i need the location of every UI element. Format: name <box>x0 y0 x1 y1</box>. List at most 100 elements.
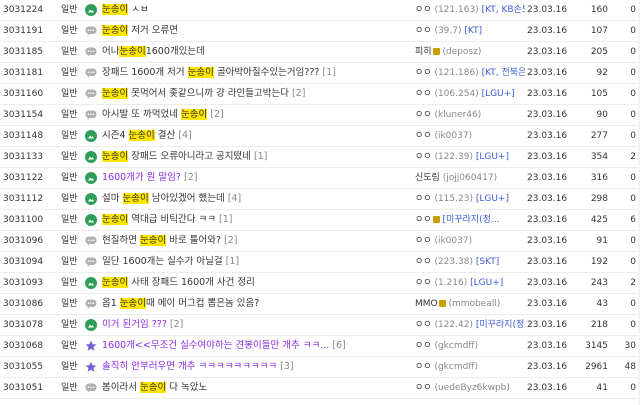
post-author[interactable]: ㅇㅇ (121.163) [KT, KB손보... <box>415 0 525 20</box>
author-nickname[interactable]: ㅇㅇ <box>415 278 432 288</box>
table-row[interactable]: 3031100 일반 눈송이 역대급 비틱간다 ㅋㅋ [1] ㅇㅇ [미꾸라지(… <box>0 210 640 231</box>
comment-count[interactable]: [2] <box>224 235 237 246</box>
table-row[interactable]: 3031086 일반 옵1 눈송이때 메이 머그컵 뽑은놈 있음? MMO (m… <box>0 294 640 315</box>
table-row[interactable]: 3031078 일반 이거 된거임 ??? [2] ㅇㅇ (122.42) [미… <box>0 315 640 336</box>
comment-count[interactable]: [1] <box>323 67 336 78</box>
table-row[interactable]: 3031068 일반 1600개<<무조건 실수여야하는 견봉이들만 개추 ㅋㅋ… <box>0 336 640 357</box>
author-nickname[interactable]: ㅇㅇ <box>415 89 432 99</box>
post-author[interactable]: ㅇㅇ (ik0037) <box>415 231 525 251</box>
post-title-text[interactable]: 눈송이 장패드 오류아니라고 공지떴네 [1] <box>102 147 267 167</box>
post-author[interactable]: ㅇㅇ (121.186) [KT, 전북은... <box>415 63 525 83</box>
table-row[interactable]: 3031093 일반 눈송이 사태 장패드 1600개 사건 정리 ㅇㅇ (1.… <box>0 273 640 294</box>
post-author[interactable]: ㅇㅇ (kluner46) <box>415 105 525 125</box>
post-title[interactable]: 설마 눈송이 남아있겠어 했는데 [4] <box>85 189 415 209</box>
comment-count[interactable]: [2] <box>184 172 197 183</box>
table-row[interactable]: 3031112 일반 설마 눈송이 남아있겠어 했는데 [4] ㅇㅇ (115.… <box>0 189 640 210</box>
author-nickname[interactable]: ㅇㅇ <box>415 236 432 246</box>
post-title-text[interactable]: 시즌4 눈송이 결산 [4] <box>102 126 192 146</box>
post-title-text[interactable]: 눈송이 ㅅㅂ <box>102 0 149 20</box>
post-title-text[interactable]: 1600개가 뭔 말임? [2] <box>102 168 197 188</box>
post-title[interactable]: 시즌4 눈송이 결산 [4] <box>85 126 415 146</box>
post-title-text[interactable]: 눈송이 역대급 비틱간다 ㅋㅋ [1] <box>102 210 232 230</box>
table-row[interactable]: 3031055 일반 솔직히 안부러우면 개추 ㅋㅋㅋㅋㅋㅋㅋㅋㅋ [3] ㅇㅇ… <box>0 357 640 378</box>
post-author[interactable]: ㅇㅇ (122.39) [LGU+] <box>415 147 525 167</box>
post-title-text[interactable]: 장패드 1600개 저거 눈송이 골아박아질수있는거임??? [1] <box>102 63 336 83</box>
comment-count[interactable]: [4] <box>228 193 241 204</box>
post-title[interactable]: 눈송이 사태 장패드 1600개 사건 정리 <box>85 273 415 293</box>
post-title-text[interactable]: 설마 눈송이 남아있겠어 했는데 [4] <box>102 189 241 209</box>
post-author[interactable]: ㅇㅇ (gkcmdff) <box>415 336 525 356</box>
author-nickname[interactable]: ㅇㅇ <box>415 341 432 351</box>
post-title-text[interactable]: 현질하면 눈송이 바로 틀어와? [2] <box>102 231 238 251</box>
author-nickname[interactable]: ㅇㅇ <box>415 215 432 225</box>
author-nickname[interactable]: 신도림 <box>415 173 440 183</box>
post-author[interactable]: 피히 (deposz) <box>415 42 525 62</box>
table-row[interactable]: 3031191 일반 눈송이 저거 오류면 ㅇㅇ (39.7) [KT] 23.… <box>0 21 640 42</box>
comment-count[interactable]: [1] <box>219 214 232 225</box>
post-author[interactable]: ㅇㅇ (223.38) [SKT] <box>415 252 525 272</box>
post-title[interactable]: 눈송이 저거 오류면 <box>85 21 415 41</box>
post-author[interactable]: ㅇㅇ (uedeByz6kwpb) <box>415 378 525 398</box>
comment-count[interactable]: [2] <box>210 109 223 120</box>
post-author[interactable]: ㅇㅇ (122.42) [미꾸라지(정... <box>415 315 525 335</box>
table-row[interactable]: 3031133 일반 눈송이 장패드 오류아니라고 공지떴네 [1] ㅇㅇ (1… <box>0 147 640 168</box>
table-row[interactable]: 3031154 일반 아시발 또 까먹었네 눈송이 [2] ㅇㅇ (kluner… <box>0 105 640 126</box>
post-title[interactable]: 눈송이 못먹어서 좆같으니까 걍 라인들고박는다 [2] <box>85 84 415 104</box>
comment-count[interactable]: [1] <box>254 151 267 162</box>
post-author[interactable]: ㅇㅇ (1.216) [LGU+] <box>415 273 525 293</box>
post-title[interactable]: 아시발 또 까먹었네 눈송이 [2] <box>85 105 415 125</box>
post-author[interactable]: ㅇㅇ (115.23) [LGU+] <box>415 189 525 209</box>
author-nickname[interactable]: ㅇㅇ <box>415 320 432 330</box>
author-nickname[interactable]: ㅇㅇ <box>415 152 432 162</box>
post-title-text[interactable]: 봄이라서 눈송이 다 녹았노 <box>102 378 207 398</box>
author-nickname[interactable]: ㅇㅇ <box>415 5 432 15</box>
author-nickname[interactable]: ㅇㅇ <box>415 131 432 141</box>
comment-count[interactable]: [2] <box>170 319 183 330</box>
post-title-text[interactable]: 어나눈송이1600개있는데 <box>102 42 205 62</box>
table-row[interactable]: 3031185 일반 어나눈송이1600개있는데 피히 (deposz) 23.… <box>0 42 640 63</box>
post-title-text[interactable]: 1600개<<무조건 실수여야하는 견봉이들만 개추 ㅋㅋ... [6] <box>102 336 346 356</box>
table-row[interactable]: 3031148 일반 시즌4 눈송이 결산 [4] ㅇㅇ (ik0037) 23… <box>0 126 640 147</box>
post-title-text[interactable]: 눈송이 사태 장패드 1600개 사건 정리 <box>102 273 255 293</box>
author-nickname[interactable]: 피히 <box>415 47 432 57</box>
comment-count[interactable]: [1] <box>226 256 239 267</box>
post-title[interactable]: 어나눈송이1600개있는데 <box>85 42 415 62</box>
author-nickname[interactable]: ㅇㅇ <box>415 257 432 267</box>
author-nickname[interactable]: MMO <box>415 299 438 309</box>
comment-count[interactable]: [3] <box>280 361 293 372</box>
post-author[interactable]: ㅇㅇ (ik0037) <box>415 126 525 146</box>
post-author[interactable]: ㅇㅇ (gkcmdff) <box>415 357 525 377</box>
post-title[interactable]: 1600개<<무조건 실수여야하는 견봉이들만 개추 ㅋㅋ... [6] <box>85 336 415 356</box>
post-author[interactable]: ㅇㅇ (106.254) [LGU+] <box>415 84 525 104</box>
post-title-text[interactable]: 일단 1600개는 실수가 아닐걸 [1] <box>102 252 239 272</box>
post-title[interactable]: 일단 1600개는 실수가 아닐걸 [1] <box>85 252 415 272</box>
post-title[interactable]: 옵1 눈송이때 메이 머그컵 뽑은놈 있음? <box>85 294 415 314</box>
post-title-text[interactable]: 아시발 또 까먹었네 눈송이 [2] <box>102 105 224 125</box>
author-nickname[interactable]: ㅇㅇ <box>415 383 432 393</box>
author-nickname[interactable]: ㅇㅇ <box>415 110 432 120</box>
post-title-text[interactable]: 옵1 눈송이때 메이 머그컵 뽑은놈 있음? <box>102 294 259 314</box>
table-row[interactable]: 3031122 일반 1600개가 뭔 말임? [2] 신도림 (jojj060… <box>0 168 640 189</box>
author-nickname[interactable]: ㅇㅇ <box>415 362 432 372</box>
table-row[interactable]: 3031094 일반 일단 1600개는 실수가 아닐걸 [1] ㅇㅇ (223… <box>0 252 640 273</box>
comment-count[interactable]: [6] <box>332 340 345 351</box>
post-author[interactable]: ㅇㅇ [미꾸라지(정... <box>415 210 525 230</box>
comment-count[interactable]: [2] <box>292 88 305 99</box>
table-row[interactable]: 3031160 일반 눈송이 못먹어서 좆같으니까 걍 라인들고박는다 [2] … <box>0 84 640 105</box>
author-nickname[interactable]: ㅇㅇ <box>415 26 432 36</box>
post-title-text[interactable]: 솔직히 안부러우면 개추 ㅋㅋㅋㅋㅋㅋㅋㅋㅋ [3] <box>102 357 294 377</box>
table-row[interactable]: 3031181 일반 장패드 1600개 저거 눈송이 골아박아질수있는거임??… <box>0 63 640 84</box>
comment-count[interactable]: [4] <box>178 130 191 141</box>
post-title[interactable]: 1600개가 뭔 말임? [2] <box>85 168 415 188</box>
post-title-text[interactable]: 이거 된거임 ??? [2] <box>102 315 183 335</box>
post-title[interactable]: 이거 된거임 ??? [2] <box>85 315 415 335</box>
author-nickname[interactable]: ㅇㅇ <box>415 68 432 78</box>
post-title-text[interactable]: 눈송이 저거 오류면 <box>102 21 178 41</box>
post-title[interactable]: 눈송이 역대급 비틱간다 ㅋㅋ [1] <box>85 210 415 230</box>
table-row[interactable]: 3031051 일반 봄이라서 눈송이 다 녹았노 ㅇㅇ (uedeByz6kw… <box>0 378 640 399</box>
author-nickname[interactable]: ㅇㅇ <box>415 194 432 204</box>
table-row[interactable]: 3031096 일반 현질하면 눈송이 바로 틀어와? [2] ㅇㅇ (ik00… <box>0 231 640 252</box>
table-row[interactable]: 3031224 일반 눈송이 ㅅㅂ ㅇㅇ (121.163) [KT, KB손보… <box>0 0 640 21</box>
post-author[interactable]: 신도림 (jojj060417) <box>415 168 525 188</box>
post-title[interactable]: 눈송이 ㅅㅂ <box>85 0 415 20</box>
